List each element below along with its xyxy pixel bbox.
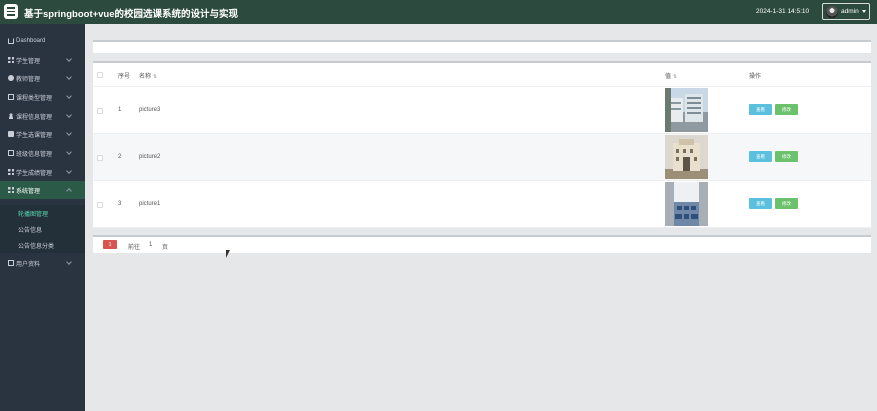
page-jump-input[interactable]: 1 <box>149 242 152 248</box>
chevron-down-icon <box>66 112 72 118</box>
grid-icon <box>8 169 14 175</box>
row-index: 3 <box>118 201 122 207</box>
edit-button[interactable]: 修改 <box>775 198 798 209</box>
sidebar-item-dashboard[interactable]: Dashboard <box>0 32 85 50</box>
doc-icon <box>8 150 14 156</box>
table-row: 2 picture2 查看 修改 <box>93 134 871 181</box>
sidebar: Dashboard 学生管理 教师管理 课程类型管理 课程信息管理 学生选课管理… <box>0 24 85 411</box>
edit-button[interactable]: 修改 <box>775 104 798 115</box>
sidebar-item-system[interactable]: 系统管理 <box>0 181 85 199</box>
sidebar-item-label: 系统管理 <box>16 188 41 195</box>
search-panel <box>93 40 871 53</box>
sidebar-subitem-notice-category[interactable]: 公告信息分类 <box>0 237 85 253</box>
sidebar-item-grades[interactable]: 学生成绩管理 <box>0 163 85 181</box>
page-unit-label: 页 <box>162 245 169 251</box>
row-name: picture3 <box>139 107 161 113</box>
sort-icon[interactable]: ⇅ <box>673 74 677 80</box>
edit-button[interactable]: 修改 <box>775 151 798 162</box>
grid-icon <box>8 57 14 63</box>
view-button[interactable]: 查看 <box>749 198 772 209</box>
sidebar-item-enrollment[interactable]: 学生选课管理 <box>0 125 85 143</box>
chevron-down-icon <box>66 259 72 265</box>
row-index: 1 <box>118 107 122 113</box>
column-header-label: 值 <box>665 74 672 80</box>
sidebar-item-label: 学生成绩管理 <box>16 170 53 177</box>
chevron-down-icon <box>66 168 72 174</box>
chevron-down-icon <box>66 130 72 136</box>
sidebar-item-label: 教师管理 <box>16 76 41 83</box>
sidebar-item-label: 学生管理 <box>16 58 41 65</box>
sidebar-item-classes[interactable]: 班级信息管理 <box>0 144 85 162</box>
sidebar-item-label: 用户资料 <box>16 261 41 268</box>
column-header-actions: 操作 <box>749 74 762 80</box>
doc-icon <box>8 94 14 100</box>
chevron-down-icon <box>66 149 72 155</box>
row-checkbox[interactable] <box>97 108 103 114</box>
grid-icon <box>8 187 14 193</box>
hamburger-menu-icon[interactable] <box>4 4 18 19</box>
column-header-value[interactable]: 值 ⇅ <box>665 71 677 80</box>
sidebar-item-students[interactable]: 学生管理 <box>0 51 85 69</box>
doc-icon <box>8 260 14 266</box>
chevron-up-icon <box>66 188 72 194</box>
avatar <box>826 5 838 18</box>
sidebar-subitem-notice[interactable]: 公告信息 <box>0 221 85 237</box>
sidebar-item-profile[interactable]: 用户资料 <box>0 254 85 272</box>
row-thumbnail-image[interactable] <box>665 182 708 226</box>
sidebar-subitem-label: 公告信息 <box>18 227 43 234</box>
row-checkbox[interactable] <box>97 202 103 208</box>
app-title: 基于springboot+vue的校园选课系统的设计与实现 <box>24 9 239 20</box>
bag-icon <box>8 131 14 137</box>
column-header-index: 序号 <box>118 74 131 80</box>
goto-label: 前往 <box>128 245 141 251</box>
sidebar-item-course-types[interactable]: 课程类型管理 <box>0 88 85 106</box>
row-thumbnail-image[interactable] <box>665 88 708 132</box>
sidebar-item-courses[interactable]: 课程信息管理 <box>0 107 85 125</box>
clock-display: 2024-1-31 14:5:10 <box>756 8 810 15</box>
table-header: 序号 名称 ⇅ 值 ⇅ 操作 <box>93 63 871 87</box>
view-button[interactable]: 查看 <box>749 104 772 115</box>
dot-icon <box>8 75 14 81</box>
mouse-cursor-icon <box>226 250 230 258</box>
view-button[interactable]: 查看 <box>749 151 772 162</box>
table-row: 1 picture3 查看 修改 <box>93 87 871 134</box>
pagination: 1 前往 1 页 <box>93 235 871 253</box>
sidebar-item-label: 课程信息管理 <box>16 114 53 121</box>
sidebar-item-label: Dashboard <box>16 38 46 44</box>
home-icon <box>8 38 14 44</box>
row-name: picture1 <box>139 201 161 207</box>
sort-icon[interactable]: ⇅ <box>153 74 157 80</box>
sidebar-subitem-label: 公告信息分类 <box>18 243 55 250</box>
sidebar-item-label: 课程类型管理 <box>16 95 53 102</box>
sidebar-item-teachers[interactable]: 教师管理 <box>0 69 85 87</box>
chevron-down-icon <box>66 74 72 80</box>
row-name: picture2 <box>139 154 161 160</box>
username-label: admin <box>841 8 859 15</box>
table-row: 3 picture1 查看 修改 <box>93 181 871 228</box>
row-checkbox[interactable] <box>97 155 103 161</box>
chevron-down-icon <box>861 10 866 13</box>
user-menu[interactable]: admin <box>822 3 870 20</box>
row-thumbnail-image[interactable] <box>665 135 708 179</box>
top-navbar: 基于springboot+vue的校园选课系统的设计与实现 2024-1-31 … <box>0 0 877 24</box>
column-header-label: 名称 <box>139 74 152 80</box>
sidebar-subitem-label: 轮播图管理 <box>18 211 49 218</box>
chevron-down-icon <box>66 56 72 62</box>
data-table: 序号 名称 ⇅ 值 ⇅ 操作 1 picture3 查看 修改 2 pictur… <box>93 61 871 228</box>
chevron-down-icon <box>66 93 72 99</box>
sidebar-item-label: 学生选课管理 <box>16 132 53 139</box>
user-icon <box>8 113 14 119</box>
page-number-current[interactable]: 1 <box>103 240 117 249</box>
sidebar-item-label: 班级信息管理 <box>16 151 53 158</box>
sidebar-subitem-carousel[interactable]: 轮播图管理 <box>0 205 85 221</box>
select-all-checkbox[interactable] <box>97 72 103 78</box>
row-index: 2 <box>118 154 122 160</box>
column-header-name[interactable]: 名称 ⇅ <box>139 71 157 80</box>
